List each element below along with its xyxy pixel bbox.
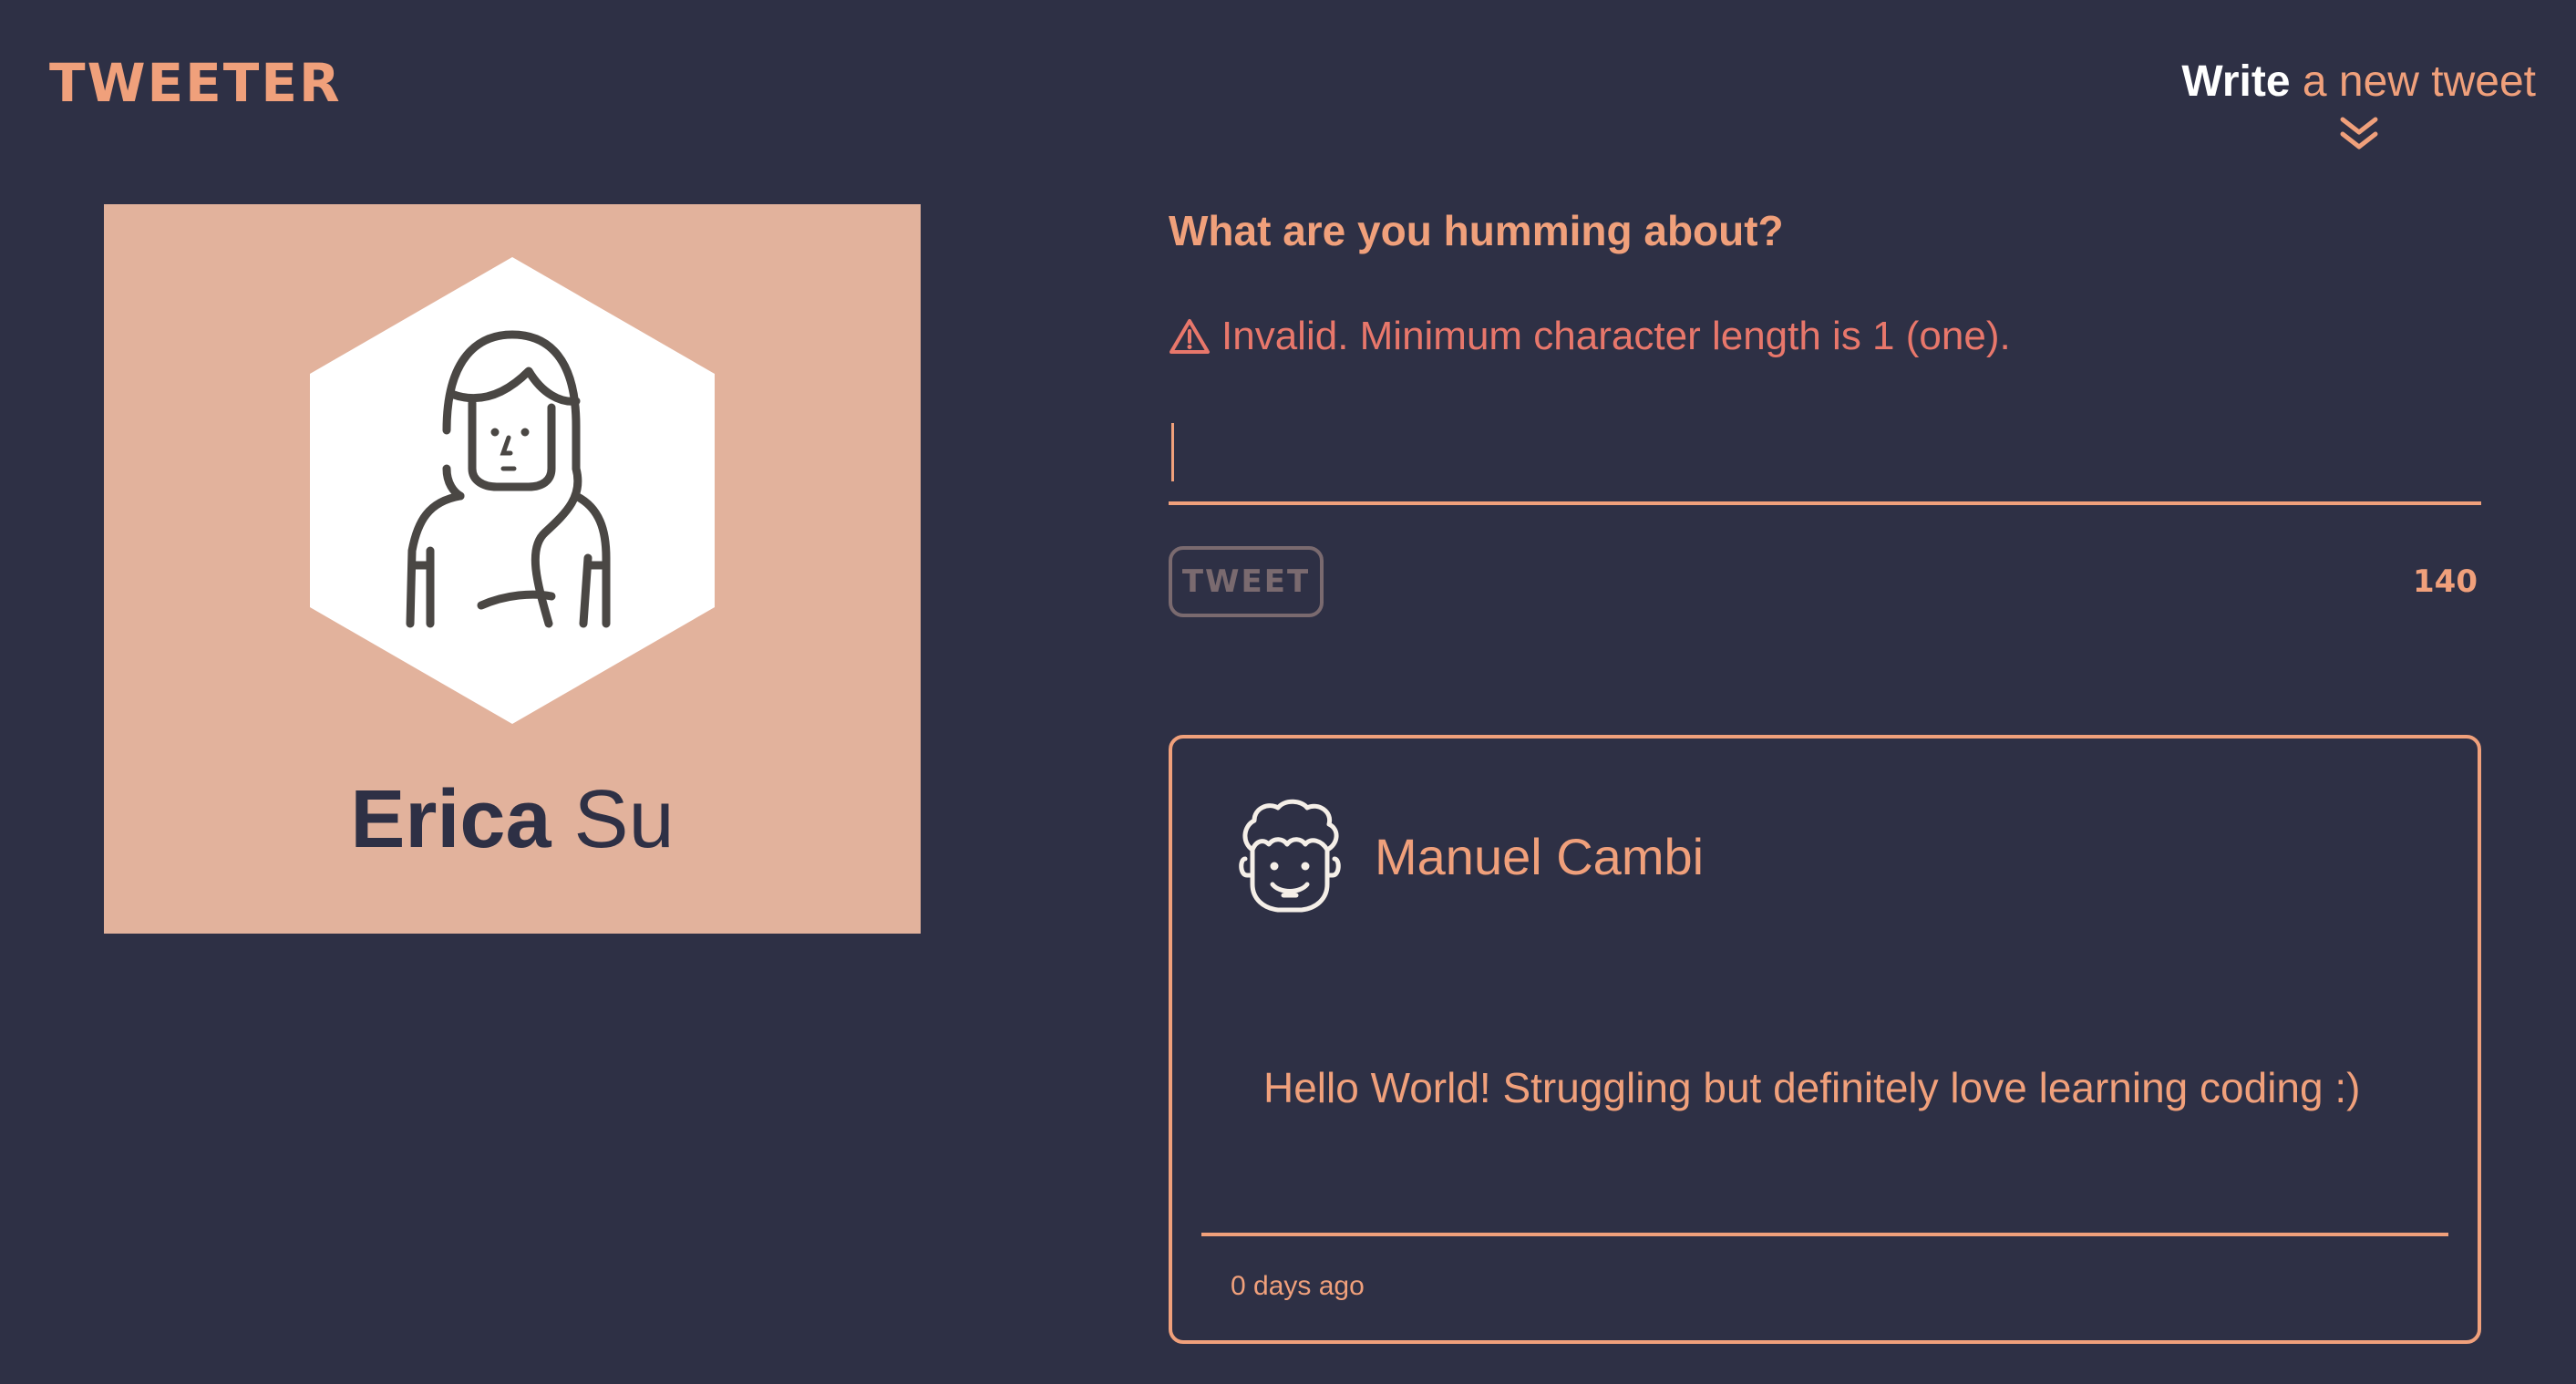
error-message: Invalid. Minimum character length is 1 (…	[1169, 314, 2481, 359]
tweet-content: Hello World! Struggling but definitely l…	[1263, 1064, 2361, 1111]
write-new-tweet-label: Write a new tweet	[2181, 57, 2536, 107]
composer-question: What are you humming about?	[1169, 207, 1784, 254]
woman-avatar-icon	[310, 257, 715, 724]
write-new-tweet-toggle[interactable]: Write a new tweet	[2181, 57, 2536, 152]
tweet-card: Manuel Cambi Hello World! Struggling but…	[1169, 735, 2481, 1344]
error-text: Invalid. Minimum character length is 1 (…	[1221, 314, 2011, 358]
warning-icon	[1170, 319, 1210, 354]
tweet-divider	[1201, 1233, 2448, 1236]
write-strong-text: Write	[2181, 57, 2291, 106]
tweet-header: Manuel Cambi	[1232, 797, 1704, 915]
tweet-author-name: Manuel Cambi	[1375, 827, 1705, 885]
double-chevron-down-icon	[2340, 117, 2378, 150]
write-rest-text: a new tweet	[2290, 57, 2536, 106]
profile-last-name: Su	[573, 774, 675, 865]
composer-actions: TWEET 140	[1169, 546, 2481, 617]
profile-name: Erica Su	[104, 779, 921, 861]
character-counter: 140	[2413, 563, 2478, 600]
profile-first-name: Erica	[350, 774, 551, 865]
tweet-text-input[interactable]	[1169, 399, 2481, 505]
text-caret	[1171, 423, 1174, 481]
tweet-submit-button[interactable]: TWEET	[1169, 546, 1324, 617]
tweet-timestamp: 0 days ago	[1231, 1271, 1365, 1301]
tweet-composer: What are you humming about? Invalid. Min…	[1169, 204, 2481, 617]
man-avatar-icon	[1239, 799, 1341, 913]
profile-card: Erica Su	[104, 204, 921, 934]
brand-logo: TWEETER	[49, 52, 342, 114]
